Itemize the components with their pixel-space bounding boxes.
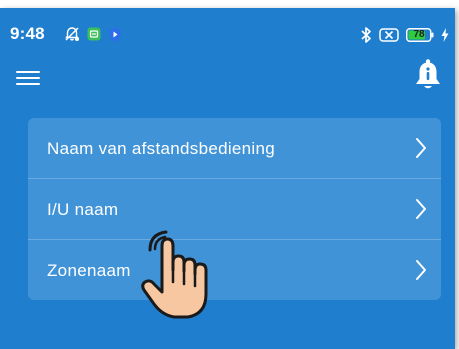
chevron-right-icon: [416, 199, 426, 219]
hamburger-menu-icon[interactable]: [16, 66, 42, 90]
status-bar: 9:48 78: [0, 8, 455, 56]
list-item-remote-name[interactable]: Naam van afstandsbediening: [28, 118, 441, 179]
status-icons-left: [64, 26, 122, 42]
settings-list: Naam van afstandsbediening I/U naam Zone…: [28, 118, 441, 300]
muted-alarm-icon: [65, 27, 79, 41]
list-item-label: I/U naam: [47, 200, 119, 219]
shield-icon: [109, 27, 121, 41]
status-time: 9:48: [10, 24, 45, 43]
app-screen: 9:48 78 Naam van afstandsbediening I/U n…: [0, 8, 455, 349]
battery-level: 78: [413, 29, 425, 40]
notification-bell-icon[interactable]: [413, 58, 443, 92]
list-item-label: Zonenaam: [47, 261, 131, 280]
list-item-iu-name[interactable]: I/U naam: [28, 179, 441, 240]
status-icons-right: 78: [360, 26, 449, 44]
app-notification-icon: [87, 27, 101, 41]
charging-icon: [441, 28, 449, 42]
tap-hand-icon: [141, 230, 208, 319]
list-item-zone-name[interactable]: Zonenaam: [28, 240, 441, 300]
bluetooth-icon: [361, 27, 371, 43]
list-item-label: Naam van afstandsbediening: [47, 139, 276, 158]
app-bar: [0, 56, 455, 106]
chevron-right-icon: [416, 138, 426, 158]
chevron-right-icon: [416, 260, 426, 280]
no-sim-icon: [379, 28, 399, 42]
battery-icon: 78: [406, 28, 434, 42]
